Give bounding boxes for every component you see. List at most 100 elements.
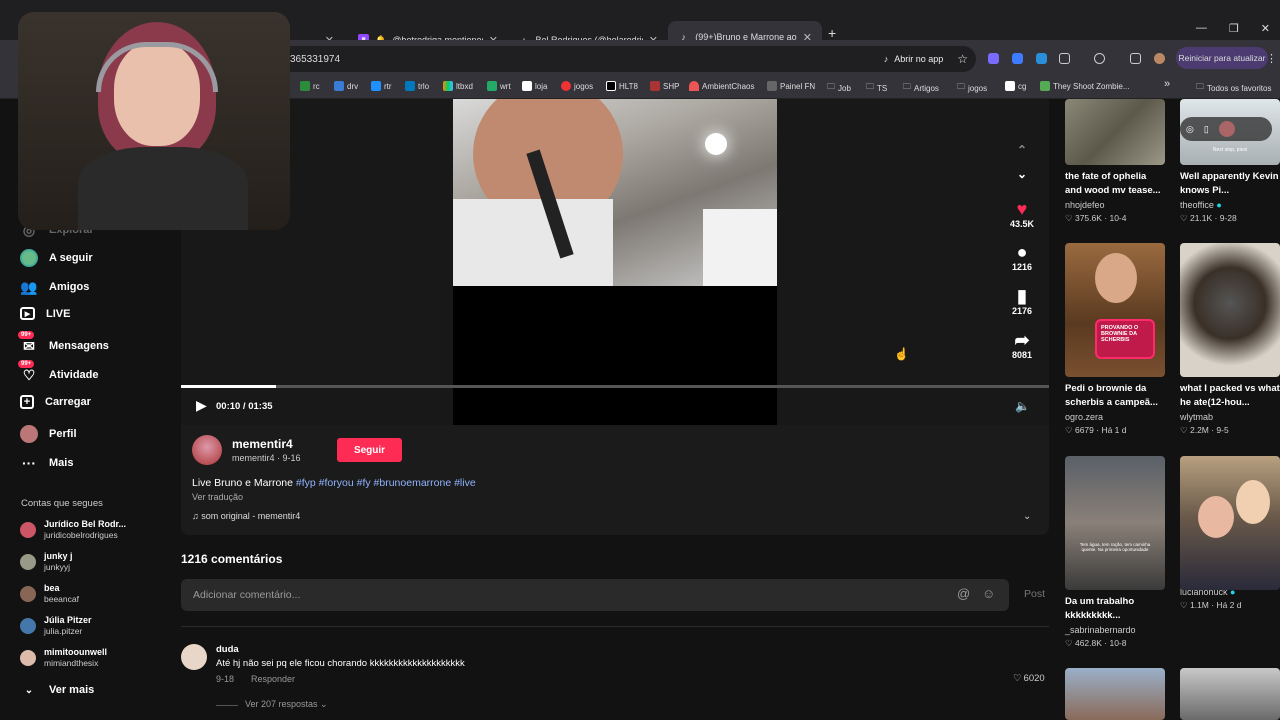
bookmark-folder[interactable]: 🗀 Job bbox=[827, 81, 851, 95]
video-thumbnail: Tem água, tem ração, tem caminha quente.… bbox=[1065, 456, 1165, 590]
video-card[interactable]: PROVANDO O BROWNIE DA SCHERBIS Pedi o br… bbox=[1065, 243, 1165, 436]
bookmark-item[interactable]: trlo bbox=[405, 81, 429, 91]
url-input[interactable]: 365331974 ♪ Abrir no app ☆ bbox=[280, 46, 976, 72]
author-name[interactable]: mementir4 bbox=[232, 437, 293, 451]
next-video-button[interactable]: ⌄ bbox=[999, 167, 1045, 181]
bookmark-favicon-icon bbox=[1040, 81, 1050, 91]
extension-icon[interactable] bbox=[1036, 53, 1047, 64]
bookmarks-overflow-button[interactable]: » bbox=[1164, 78, 1170, 90]
bookmark-folder[interactable]: 🗀 TS bbox=[866, 81, 887, 95]
followed-account[interactable]: bea beeancaf bbox=[20, 583, 79, 605]
video-card[interactable]: the fate of ophelia and wood mv tease...… bbox=[1065, 99, 1165, 224]
video-card[interactable]: Tem água, tem ração, tem caminha quente.… bbox=[1065, 456, 1165, 649]
bookmark-item[interactable]: They Shoot Zombie... bbox=[1040, 81, 1129, 91]
bookmark-item[interactable]: cg bbox=[1005, 81, 1026, 91]
nav-live[interactable]: ▶ LIVE bbox=[20, 307, 70, 320]
video-progress-bar[interactable] bbox=[181, 385, 1049, 388]
nav-activity[interactable]: ♡ 99+ Atividade bbox=[18, 360, 99, 384]
update-button[interactable]: Reiniciar para atualizar bbox=[1176, 47, 1268, 69]
extension-icon[interactable] bbox=[988, 53, 999, 64]
bookmark-icon: ▮ bbox=[1017, 286, 1027, 306]
star-icon[interactable]: ☆ bbox=[957, 52, 968, 66]
video-card-author[interactable]: wlytmab bbox=[1180, 412, 1280, 422]
followed-account[interactable]: Júlia Pitzer julia.pitzer bbox=[20, 615, 92, 637]
new-tab-button[interactable]: + bbox=[828, 25, 836, 41]
close-window-icon[interactable]: ✕ bbox=[1261, 22, 1270, 35]
bookmark-folder[interactable]: 🗀 Artigos bbox=[903, 81, 939, 95]
see-more-button[interactable]: ⌄ Ver mais bbox=[20, 681, 94, 699]
view-replies-button[interactable]: Ver 207 respostas ⌄ bbox=[245, 699, 328, 710]
bookmark-item[interactable]: wrt bbox=[487, 81, 511, 91]
video-card-author[interactable]: theoffice ● bbox=[1180, 200, 1280, 210]
video-card-author[interactable]: nhojdefeo bbox=[1065, 200, 1165, 210]
profile-avatar-icon[interactable] bbox=[1154, 53, 1165, 64]
nav-friends[interactable]: 👥 Amigos bbox=[20, 278, 89, 296]
followed-account[interactable]: junky j junkyyj bbox=[20, 551, 73, 573]
sidepanel-icon[interactable] bbox=[1130, 53, 1141, 64]
save-button[interactable]: ▮ 2176 bbox=[999, 286, 1045, 316]
comment-button[interactable]: ● 1216 bbox=[999, 242, 1045, 272]
reply-button[interactable]: Responder bbox=[251, 674, 295, 684]
bookmark-item[interactable]: AmbientChaos bbox=[689, 81, 754, 91]
bookmark-item[interactable]: ltbxd bbox=[443, 81, 473, 91]
puzzle-icon[interactable] bbox=[1059, 53, 1070, 64]
caption-hashtags[interactable]: #fyp #foryou #fy #brunoemarrone #live bbox=[296, 477, 476, 489]
video-card[interactable] bbox=[1180, 668, 1280, 720]
bookmark-favicon-icon bbox=[650, 81, 660, 91]
nav-following[interactable]: A seguir bbox=[20, 249, 93, 267]
video-card-author[interactable]: ogro.zera bbox=[1065, 412, 1165, 422]
video-player[interactable]: ⌃ ⌄ ♥ 43.5K ● 1216 ▮ 2176 ➦ 8081 ▶ 00:10… bbox=[181, 99, 1049, 425]
bookmark-folder[interactable]: 🗀 jogos bbox=[957, 81, 987, 95]
device-icon[interactable]: ▯ bbox=[1204, 124, 1209, 135]
video-card[interactable]: Next stop, piesi ◎ ▯ Well apparently Kevi… bbox=[1180, 99, 1280, 224]
open-in-app-button[interactable]: ♪ Abrir no app ☆ bbox=[884, 46, 976, 72]
volume-icon[interactable]: 🔈 bbox=[1015, 399, 1030, 413]
caption-text: Live Bruno e Marrone bbox=[192, 477, 293, 489]
video-card[interactable]: lucianohuck ● ♡ 1.1M · Há 2 d bbox=[1180, 456, 1280, 611]
video-card-author[interactable]: _sabrinabernardo bbox=[1065, 625, 1165, 635]
bookmark-item[interactable]: rtr bbox=[371, 81, 392, 91]
comment-like-button[interactable]: ♡ 6020 bbox=[1013, 673, 1045, 684]
post-comment-button[interactable]: Post bbox=[1024, 588, 1045, 600]
followed-account[interactable]: mimitoounwell mimiandthesix bbox=[20, 647, 107, 669]
comment-input[interactable]: Adicionar comentário... @ ☺ bbox=[181, 579, 1009, 611]
bookmark-item[interactable]: rc bbox=[300, 81, 320, 91]
minimize-icon[interactable]: — bbox=[1196, 22, 1207, 35]
menu-dots-icon[interactable]: ⋮ bbox=[1266, 52, 1277, 65]
video-card[interactable] bbox=[1065, 668, 1165, 720]
nav-more[interactable]: ··· Mais bbox=[20, 454, 73, 472]
bookmark-item[interactable]: jogos bbox=[561, 81, 593, 91]
video-light-shape bbox=[705, 133, 727, 155]
nav-messages[interactable]: ✉ 99+ Mensagens bbox=[18, 331, 109, 355]
play-icon[interactable]: ▶ bbox=[196, 397, 207, 414]
compass-icon[interactable]: ◎ bbox=[1186, 124, 1194, 135]
nav-profile[interactable]: Perfil bbox=[20, 425, 77, 443]
followed-account[interactable]: Jurídico Bel Rodr... juridicobelrodrigues bbox=[20, 519, 126, 541]
extension-icon[interactable] bbox=[1012, 53, 1023, 64]
like-button[interactable]: ♥ 43.5K bbox=[999, 199, 1045, 229]
avatar[interactable] bbox=[181, 644, 207, 670]
media-icon[interactable] bbox=[1094, 53, 1105, 64]
bookmark-item[interactable]: Painel FN bbox=[767, 81, 815, 91]
share-button[interactable]: ➦ 8081 bbox=[999, 330, 1045, 360]
previous-video-button[interactable]: ⌃ bbox=[999, 143, 1045, 157]
nav-upload[interactable]: + Carregar bbox=[20, 395, 91, 409]
bookmark-favicon-icon bbox=[767, 81, 777, 91]
all-bookmarks-folder[interactable]: 🗀 Todos os favoritos bbox=[1196, 81, 1271, 95]
bookmark-item[interactable]: SHP bbox=[650, 81, 679, 91]
author-avatar[interactable] bbox=[192, 435, 222, 465]
bookmark-item[interactable]: drv bbox=[334, 81, 358, 91]
bookmark-item[interactable]: HLT8 bbox=[606, 81, 638, 91]
translate-link[interactable]: Ver tradução bbox=[192, 492, 243, 502]
sound-link[interactable]: ♫ som original - mementir4 bbox=[192, 511, 300, 521]
bookmark-item[interactable]: loja bbox=[522, 81, 547, 91]
emoji-icon[interactable]: ☺ bbox=[982, 586, 995, 601]
follow-button[interactable]: Seguir bbox=[337, 438, 402, 462]
restore-icon[interactable]: ❐ bbox=[1229, 22, 1239, 35]
expand-chevron-icon[interactable]: ⌄ bbox=[1023, 511, 1031, 522]
comment-username[interactable]: duda bbox=[216, 644, 239, 655]
avatar[interactable] bbox=[1218, 121, 1235, 137]
mention-icon[interactable]: @ bbox=[957, 586, 970, 601]
video-card[interactable]: what I packed vs what he ate(12-hou... w… bbox=[1180, 243, 1280, 436]
video-card-title: Pedi o brownie da scherbis a campeã... bbox=[1065, 383, 1158, 408]
